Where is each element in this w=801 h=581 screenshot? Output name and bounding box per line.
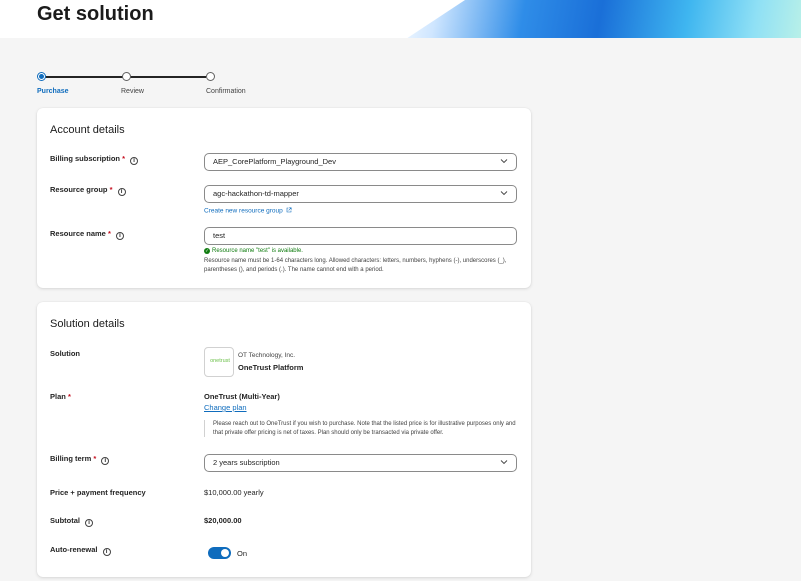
step-confirmation-label[interactable]: Confirmation — [206, 88, 246, 95]
info-icon[interactable]: i — [130, 157, 139, 165]
step-confirmation-dot[interactable] — [206, 72, 215, 81]
auto-renewal-toggle[interactable] — [208, 547, 231, 559]
step-purchase-label[interactable]: Purchase — [37, 88, 69, 95]
create-resource-group-link[interactable]: Create new resource group — [204, 207, 292, 215]
solution-name: OneTrust Platform — [238, 363, 304, 372]
stepper-connector — [130, 76, 206, 78]
solution-details-heading: Solution details — [50, 318, 125, 330]
plan-name: OneTrust (Multi-Year) — [204, 392, 280, 401]
resource-group-label: Resource group * i — [50, 185, 126, 196]
step-purchase-dot[interactable] — [37, 72, 46, 81]
solution-publisher: OT Technology, Inc. — [238, 352, 296, 359]
solution-label: Solution — [50, 349, 80, 358]
account-details-heading: Account details — [50, 124, 125, 136]
header-banner-graphic — [407, 0, 801, 38]
billing-subscription-select[interactable]: AEP_CorePlatform_Playground_Dev — [204, 153, 517, 171]
billing-term-value: 2 years subscription — [213, 458, 280, 467]
page-header: Get solution — [0, 0, 801, 38]
resource-name-value: test — [213, 231, 226, 240]
chevron-down-icon — [500, 460, 508, 465]
check-circle-icon: ✓ — [204, 248, 210, 254]
billing-term-select[interactable]: 2 years subscription — [204, 454, 517, 472]
resource-name-input[interactable]: test — [204, 227, 517, 245]
plan-label: Plan * — [50, 392, 71, 401]
plan-note: Please reach out to OneTrust if you wish… — [204, 420, 517, 437]
external-link-icon — [286, 207, 292, 213]
info-icon[interactable]: i — [102, 548, 111, 556]
info-icon[interactable]: i — [117, 188, 126, 196]
resource-group-value: agc-hackathon-td-mapper — [213, 189, 299, 198]
resource-name-hint: Resource name must be 1-64 characters lo… — [204, 258, 507, 273]
chevron-down-icon — [500, 191, 508, 196]
info-icon[interactable]: i — [101, 457, 110, 465]
billing-term-label: Billing term * i — [50, 454, 110, 465]
billing-subscription-label: Billing subscription * i — [50, 154, 139, 165]
purchase-stepper: Purchase Review Confirmation — [37, 70, 297, 100]
subtotal-label: Subtotal i — [50, 516, 94, 527]
price-frequency-value: $10,000.00 yearly — [204, 488, 264, 497]
account-details-card: Account details Billing subscription * i… — [37, 108, 531, 288]
resource-group-select[interactable]: agc-hackathon-td-mapper — [204, 185, 517, 203]
auto-renewal-value: On — [237, 549, 248, 558]
step-review-dot[interactable] — [122, 72, 131, 81]
auto-renewal-label: Auto-renewal i — [50, 545, 111, 556]
resource-name-label: Resource name * i — [50, 229, 124, 240]
step-review-label[interactable]: Review — [121, 88, 144, 95]
solution-details-card: Solution details Solution onetrust OT Te… — [37, 302, 531, 577]
info-icon[interactable]: i — [85, 519, 94, 527]
change-plan-link[interactable]: Change plan — [204, 403, 247, 412]
page-title: Get solution — [37, 3, 154, 25]
onetrust-logo: onetrust — [204, 347, 234, 377]
chevron-down-icon — [500, 159, 508, 164]
info-icon[interactable]: i — [115, 232, 124, 240]
subtotal-value: $20,000.00 — [204, 516, 242, 525]
stepper-connector — [45, 76, 126, 78]
billing-subscription-value: AEP_CorePlatform_Playground_Dev — [213, 157, 336, 166]
price-frequency-label: Price + payment frequency — [50, 488, 146, 497]
resource-name-status: ✓ Resource name "test" is available. — [204, 248, 303, 254]
